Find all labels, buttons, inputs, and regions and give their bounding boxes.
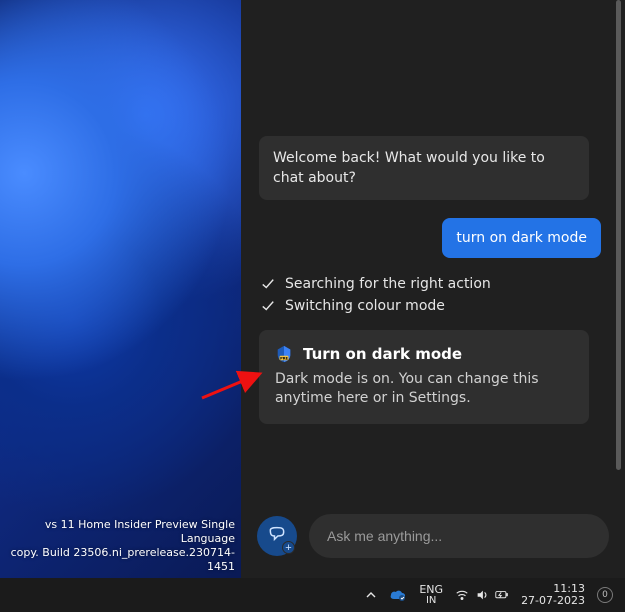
status-text: Searching for the right action (285, 276, 491, 292)
notification-count[interactable]: 0 (597, 587, 613, 603)
chat-input[interactable] (309, 514, 609, 558)
status-item-searching: Searching for the right action (261, 276, 607, 292)
status-item-switching: Switching colour mode (261, 298, 607, 314)
new-topic-button[interactable]: + (257, 516, 297, 556)
onedrive-icon[interactable] (389, 588, 407, 602)
svg-text:PRE: PRE (280, 356, 288, 360)
status-text: Switching colour mode (285, 298, 445, 314)
chat-panel: Welcome back! What would you like to cha… (241, 0, 625, 578)
chat-input-row: + (241, 502, 625, 578)
scrollbar[interactable] (616, 0, 621, 470)
card-body: Dark mode is on. You can change this any… (275, 370, 573, 408)
watermark-line1: vs 11 Home Insider Preview Single Langua… (6, 518, 235, 546)
wifi-icon[interactable] (455, 588, 469, 602)
status-list: Searching for the right action Switching… (261, 276, 607, 314)
language-indicator[interactable]: ENG IN (419, 584, 443, 606)
tray-overflow-icon[interactable] (365, 589, 377, 601)
check-icon (261, 299, 275, 313)
volume-icon[interactable] (475, 588, 489, 602)
clock[interactable]: 11:13 27-07-2023 (521, 583, 585, 607)
pre-badge-icon: PRE (275, 345, 293, 363)
date: 27-07-2023 (521, 595, 585, 607)
lang-secondary: IN (419, 595, 443, 606)
card-title: Turn on dark mode (303, 344, 462, 364)
check-icon (261, 277, 275, 291)
desktop-wallpaper[interactable]: vs 11 Home Insider Preview Single Langua… (0, 0, 241, 578)
plus-icon: + (282, 541, 295, 554)
watermark-line2: copy. Build 23506.ni_prerelease.230714-1… (6, 546, 235, 574)
taskbar: ENG IN 11:13 27-07-2023 0 (0, 578, 625, 612)
system-tray[interactable] (455, 588, 509, 602)
user-message-text: turn on dark mode (456, 230, 587, 246)
user-message: turn on dark mode (442, 218, 601, 258)
battery-icon[interactable] (495, 588, 509, 602)
chat-body: Welcome back! What would you like to cha… (241, 0, 625, 502)
bot-message-text: Welcome back! What would you like to cha… (273, 150, 545, 186)
lang-primary: ENG (419, 584, 443, 595)
bot-message-welcome: Welcome back! What would you like to cha… (259, 136, 589, 200)
windows-insider-watermark: vs 11 Home Insider Preview Single Langua… (0, 514, 241, 578)
action-card-dark-mode[interactable]: PRE Turn on dark mode Dark mode is on. Y… (259, 330, 589, 424)
